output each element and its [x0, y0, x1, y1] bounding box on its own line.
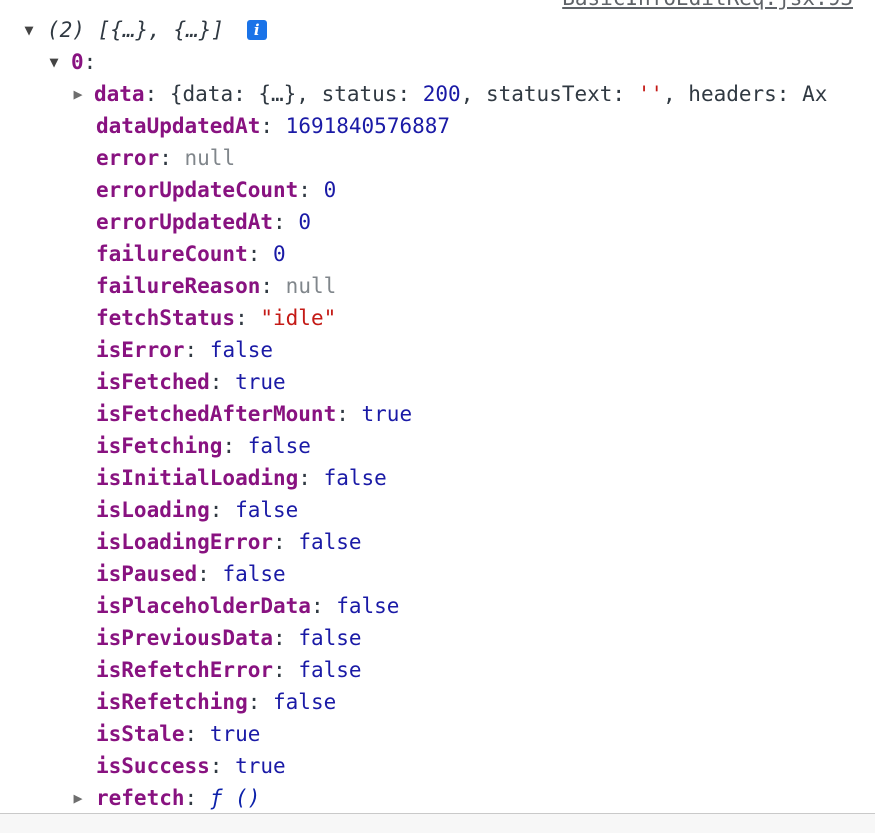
data-preview-tail: headers: Ax — [688, 82, 828, 106]
property-row[interactable]: isStale: true — [0, 718, 875, 750]
property-row[interactable]: isPlaceholderData: false — [0, 590, 875, 622]
statustext-key: statusText: — [485, 82, 638, 106]
property-key: isPreviousData — [96, 626, 274, 650]
property-key: isFetching — [96, 434, 223, 458]
property-key: failureReason — [96, 274, 261, 298]
property-row[interactable]: isSuccess: true — [0, 750, 875, 782]
property-row[interactable]: fetchStatus: "idle" — [0, 302, 875, 334]
property-value: false — [247, 434, 311, 458]
property-key: errorUpdateCount — [96, 178, 299, 202]
separator: , — [460, 82, 486, 106]
property-key: refetch — [96, 786, 185, 810]
property-value: false — [273, 690, 337, 714]
property-key: error — [96, 146, 160, 170]
property-value: false — [209, 338, 274, 362]
property-row[interactable]: errorUpdatedAt: 0 — [0, 206, 875, 238]
property-row[interactable]: dataUpdatedAt: 1691840576887 — [0, 110, 875, 142]
property-value: false — [336, 594, 400, 618]
property-value: true — [209, 722, 261, 746]
property-value: 0 — [298, 210, 311, 234]
property-value: false — [298, 530, 362, 554]
property-value: false — [298, 658, 362, 682]
property-row[interactable]: isFetched: true — [0, 366, 875, 398]
property-key: isLoadingError — [96, 530, 274, 554]
console-bottom-bar — [0, 813, 875, 833]
property-value: 0 — [273, 242, 286, 266]
property-row[interactable]: isRefetching: false — [0, 686, 875, 718]
status-value: 200 — [422, 82, 461, 106]
property-value: false — [298, 626, 362, 650]
property-key: isError — [96, 338, 185, 362]
data-property-row[interactable]: ▶ data: {data: {…}, status: 200, statusT… — [0, 78, 875, 110]
property-row[interactable]: isFetching: false — [0, 430, 875, 462]
property-key: errorUpdatedAt — [96, 210, 274, 234]
triangle-down-icon[interactable]: ▼ — [46, 46, 62, 78]
property-row[interactable]: errorUpdateCount: 0 — [0, 174, 875, 206]
property-key: isRefetchError — [96, 658, 274, 682]
property-row[interactable]: isLoading: false — [0, 494, 875, 526]
property-key: isRefetching — [96, 690, 248, 714]
property-row[interactable]: isRefetchError: false — [0, 654, 875, 686]
property-value: null — [184, 146, 236, 170]
triangle-down-icon[interactable]: ▼ — [21, 14, 37, 46]
property-key: isInitialLoading — [96, 466, 299, 490]
property-key: isFetched — [96, 370, 210, 394]
statustext-value: '' — [637, 82, 663, 106]
property-value: true — [235, 754, 286, 778]
source-file-link[interactable]: BasicInfoEditReq.jsx:93 — [562, 0, 853, 10]
property-row[interactable]: isPreviousData: false — [0, 622, 875, 654]
item-0-row[interactable]: ▼ 0: — [0, 46, 875, 78]
property-value: null — [285, 274, 337, 298]
triangle-right-icon[interactable]: ▶ — [70, 78, 86, 110]
property-row[interactable]: isInitialLoading: false — [0, 462, 875, 494]
property-row[interactable]: isLoadingError: false — [0, 526, 875, 558]
property-value: ƒ () — [209, 786, 261, 810]
status-key: status: — [321, 82, 423, 106]
property-key: isStale — [96, 722, 185, 746]
property-row[interactable]: isPaused: false — [0, 558, 875, 590]
property-key: data — [94, 82, 145, 106]
property-row[interactable]: failureCount: 0 — [0, 238, 875, 270]
property-value: false — [222, 562, 286, 586]
property-value: false — [235, 498, 299, 522]
property-key: isLoading — [96, 498, 210, 522]
property-value: "idle" — [260, 306, 337, 330]
array-count: (2) — [47, 18, 85, 42]
property-key: fetchStatus — [96, 306, 236, 330]
property-key: isPaused — [96, 562, 198, 586]
property-row[interactable]: failureReason: null — [0, 270, 875, 302]
property-key: isFetchedAfterMount — [96, 402, 337, 426]
property-key: isSuccess — [96, 754, 210, 778]
triangle-right-icon[interactable]: ▶ — [70, 782, 86, 814]
array-preview: [{…}, {…}] — [97, 18, 225, 42]
separator: , — [663, 82, 689, 106]
property-row[interactable]: isFetchedAfterMount: true — [0, 398, 875, 430]
property-key: failureCount — [96, 242, 248, 266]
property-row[interactable]: isError: false — [0, 334, 875, 366]
property-value: true — [235, 370, 286, 394]
property-key: dataUpdatedAt — [96, 114, 261, 138]
array-summary-row[interactable]: ▼ (2) [{…}, {…}] i — [0, 14, 875, 46]
property-value: 1691840576887 — [285, 114, 451, 138]
property-row[interactable]: error: null — [0, 142, 875, 174]
refetch-property-row[interactable]: ▶ refetch: ƒ () — [0, 782, 875, 814]
item-index: 0 — [71, 50, 84, 74]
property-value: false — [323, 466, 387, 490]
info-icon[interactable]: i — [246, 20, 267, 40]
data-preview-open: {data: {…}, — [169, 82, 322, 106]
property-key: isPlaceholderData — [96, 594, 311, 618]
property-value: 0 — [323, 178, 337, 202]
property-value: true — [361, 402, 413, 426]
